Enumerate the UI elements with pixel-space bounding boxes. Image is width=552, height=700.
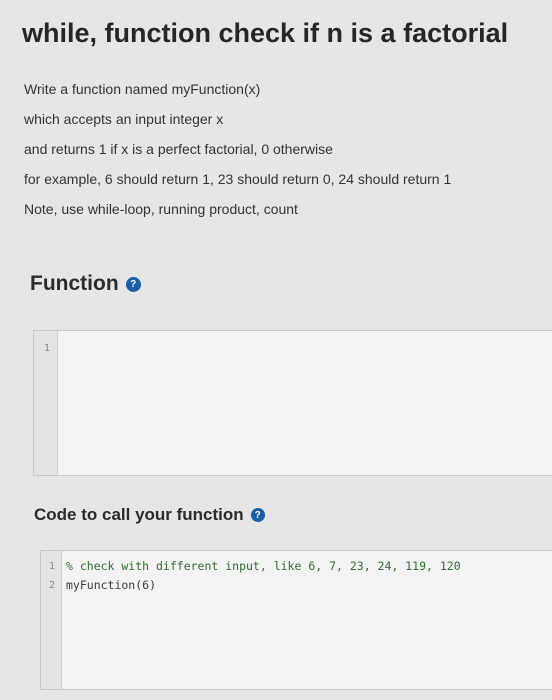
call-code-editor[interactable]: 1 % check with different input, like 6, … xyxy=(40,550,552,690)
question-description: Write a function named myFunction(x) whi… xyxy=(24,74,451,224)
question-circle-icon[interactable]: ? xyxy=(250,508,265,522)
question-circle-icon[interactable]: ? xyxy=(125,276,141,292)
description-line: and returns 1 if x is a perfect factoria… xyxy=(24,141,333,157)
editor-line[interactable]: 1 % check with different input, like 6, … xyxy=(41,557,552,576)
call-heading-label: Code to call your function xyxy=(34,505,244,524)
description-line: Write a function named myFunction(x) xyxy=(24,81,261,97)
function-code-editor[interactable]: 1 xyxy=(33,330,552,476)
function-section-heading: Function ? xyxy=(30,272,141,296)
line-number: 2 xyxy=(48,580,55,591)
code-text[interactable]: myFunction(6) xyxy=(66,576,156,595)
line-number: 1 xyxy=(48,561,55,572)
description-line: which accepts an input integer x xyxy=(24,111,224,127)
question-title: while, function check if n is a factoria… xyxy=(22,18,509,48)
code-comment[interactable]: % check with different input, like 6, 7,… xyxy=(66,557,461,576)
line-number: 1 xyxy=(43,343,50,354)
call-section-heading: Code to call your function ? xyxy=(34,505,265,525)
description-line: for example, 6 should return 1, 23 shoul… xyxy=(24,171,452,187)
description-line: Note, use while-loop, running product, c… xyxy=(24,201,298,217)
editor-line[interactable]: 2 myFunction(6) xyxy=(41,576,552,595)
editor-line[interactable]: 1 xyxy=(34,339,552,358)
function-heading-label: Function xyxy=(30,272,119,295)
